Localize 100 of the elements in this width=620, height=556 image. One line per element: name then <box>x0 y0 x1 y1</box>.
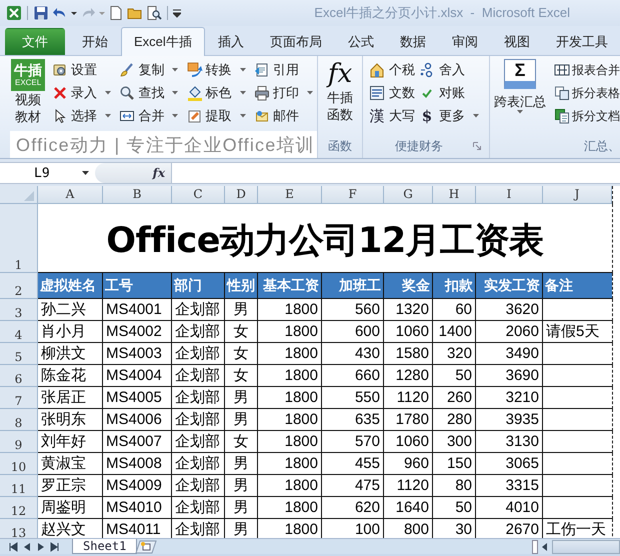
name-box[interactable]: L9 <box>0 163 95 183</box>
caret-icon <box>105 114 112 118</box>
cross-icon <box>52 85 68 101</box>
table-cell: 3490 <box>476 343 543 365</box>
row-number[interactable]: 8 <box>0 409 38 431</box>
toolbar-button[interactable]: 提取 <box>186 105 250 127</box>
toolbar-button[interactable]: 录入 <box>52 82 116 104</box>
function-button[interactable]: fx 牛插函数 <box>318 59 362 135</box>
toolbar-button[interactable]: 设置 <box>52 59 116 81</box>
table-cell: 600 <box>322 321 384 343</box>
row-number[interactable]: 3 <box>0 299 38 321</box>
column-header[interactable]: A <box>38 186 103 204</box>
caret-icon <box>517 110 523 114</box>
row-number[interactable]: 12 <box>0 497 38 519</box>
row-number[interactable]: 6 <box>0 365 38 387</box>
row-number[interactable]: 9 <box>0 431 38 453</box>
header-cell: 备注 <box>543 273 612 299</box>
column-header[interactable]: G <box>384 186 433 204</box>
row-number[interactable]: 5 <box>0 343 38 365</box>
toolbar-button[interactable]: 复制 <box>119 59 183 81</box>
file-tab[interactable]: 文件 <box>5 28 65 55</box>
ribbon-tab[interactable]: 页面布局 <box>256 28 335 55</box>
toolbar-button[interactable]: $ 更多 <box>419 105 479 127</box>
ribbon-tab[interactable]: 插入 <box>204 28 257 55</box>
toolbar-button[interactable]: 文数 <box>369 82 415 104</box>
new-sheet-icon[interactable] <box>135 540 158 554</box>
row-number[interactable]: 13 <box>0 519 38 538</box>
sheet-tab[interactable]: Sheet1 <box>72 539 138 554</box>
ribbon-tab[interactable]: 审阅 <box>438 28 491 55</box>
print-preview-icon[interactable] <box>146 5 162 21</box>
toolbar-button[interactable]: 合并 <box>119 105 183 127</box>
column-header[interactable]: C <box>172 186 225 204</box>
table-cell: 柳洪文 <box>38 343 103 365</box>
summary-button[interactable]: Σ 跨表汇总 <box>492 59 548 135</box>
next-sheet-icon[interactable] <box>36 542 46 552</box>
column-header[interactable]: I <box>476 186 543 204</box>
toolbar-button[interactable]: 标色 <box>186 82 250 104</box>
banner-text: Office动力 | 专注于企业Office培训 <box>10 131 317 158</box>
gear-icon <box>52 62 68 78</box>
column-header[interactable]: B <box>103 186 172 204</box>
header-cell: 扣款 <box>433 273 476 299</box>
toolbar-button[interactable]: 拆分表格 <box>554 82 620 104</box>
insert-function-button[interactable]: fx <box>152 166 165 180</box>
toolbar-button[interactable]: 选择 <box>52 105 116 127</box>
caret-icon <box>240 114 246 118</box>
split-handle[interactable] <box>532 540 538 554</box>
toolbar-button[interactable]: 报表合并 <box>554 59 620 81</box>
spreadsheet-icon[interactable] <box>6 5 22 21</box>
dialog-launcher-icon[interactable] <box>473 142 481 150</box>
sheet-title: Office动力公司12月工资表 <box>106 220 544 262</box>
toolbar-button[interactable]: 引用 <box>254 59 318 81</box>
ribbon-tab[interactable]: Excel牛插 <box>121 27 205 56</box>
table-cell: 475 <box>322 475 384 497</box>
table-cell: 620 <box>322 497 384 519</box>
column-header[interactable]: E <box>258 186 322 204</box>
table-cell: 刘年好 <box>38 431 103 453</box>
caret-icon <box>240 68 246 72</box>
sum-icon: Σ <box>504 59 536 89</box>
toolbar-button[interactable]: 个税 <box>369 59 415 81</box>
table-cell: 黄淑宝 <box>38 453 103 475</box>
spreadsheet-icon <box>554 108 570 124</box>
symbol-icon: 漢 <box>369 106 385 126</box>
save-icon[interactable] <box>33 5 49 21</box>
column-header[interactable]: D <box>225 186 258 204</box>
ribbon-tab[interactable]: 数据 <box>386 28 439 55</box>
column-header[interactable]: J <box>543 186 612 204</box>
toolbar-button[interactable]: 拆分文档 <box>554 105 620 127</box>
toolbar-button[interactable]: 查找 <box>119 82 183 104</box>
toolbar-button[interactable]: 转换 <box>186 59 250 81</box>
table-cell: 50 <box>433 497 476 519</box>
scroll-left-icon[interactable] <box>540 540 550 552</box>
ribbon-tab[interactable]: 开始 <box>69 28 121 55</box>
table-cell: 1580 <box>384 343 433 365</box>
header-cell: 奖金 <box>384 273 433 299</box>
table-cell: 企划部 <box>172 409 225 431</box>
toolbar-button[interactable]: 打印 <box>254 82 318 104</box>
row-number[interactable]: 2 <box>0 273 38 299</box>
row-number[interactable]: 4 <box>0 321 38 343</box>
row-number[interactable]: 1 <box>0 204 38 273</box>
table-cell: 635 <box>322 409 384 431</box>
toolbar-button[interactable]: 邮件 <box>254 105 318 127</box>
toolbar-button[interactable]: 漢 大写 <box>369 105 415 127</box>
caret-icon <box>172 68 178 72</box>
table-cell: 1800 <box>258 321 322 343</box>
column-header[interactable]: H <box>433 186 476 204</box>
ribbon-tab[interactable]: 公式 <box>334 28 387 55</box>
column-header[interactable]: F <box>322 186 384 204</box>
table-cell: 男 <box>225 387 258 409</box>
ribbon-tab[interactable]: 开发工具 <box>542 28 620 55</box>
toolbar-button[interactable]: 对账 <box>419 82 479 104</box>
toolbar-button[interactable]: 舍入 <box>419 59 479 81</box>
row-number[interactable]: 11 <box>0 475 38 497</box>
new-document-icon[interactable] <box>108 5 124 21</box>
last-sheet-icon[interactable] <box>50 542 60 552</box>
previous-sheet-icon[interactable] <box>22 542 32 552</box>
row-number[interactable]: 7 <box>0 387 38 409</box>
row-number[interactable]: 10 <box>0 453 38 475</box>
first-sheet-icon[interactable] <box>8 542 18 552</box>
ribbon-tab[interactable]: 视图 <box>490 28 543 55</box>
table-cell: MS4009 <box>103 475 172 497</box>
